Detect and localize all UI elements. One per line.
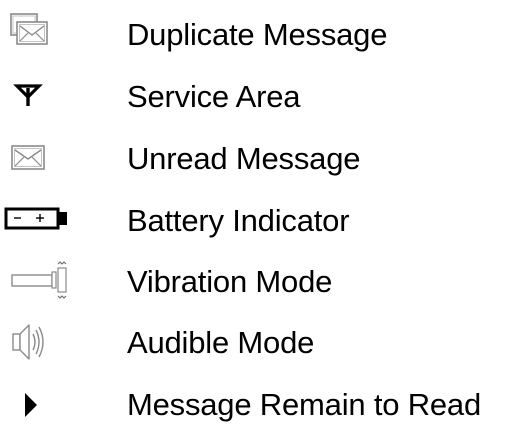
legend-label-vibration-mode: Vibration Mode — [127, 264, 333, 299]
legend-label-duplicate-message: Duplicate Message — [127, 17, 388, 52]
duplicate-message-icon — [0, 4, 120, 66]
legend-row-battery-indicator: Battery Indicator — [0, 190, 514, 252]
legend-label-audible-mode: Audible Mode — [127, 325, 315, 360]
antenna-icon — [0, 66, 120, 128]
play-arrow-icon — [0, 374, 120, 436]
vibration-icon — [0, 251, 120, 313]
legend-row-message-remain-to-read: Message Remain to Read — [0, 374, 514, 436]
legend-row-vibration-mode: Vibration Mode — [0, 251, 514, 313]
legend-label-message-remain-to-read: Message Remain to Read — [127, 387, 482, 422]
battery-icon — [0, 190, 120, 252]
legend-row-service-area: Service Area — [0, 66, 514, 128]
legend-label-service-area: Service Area — [127, 79, 301, 114]
legend-row-audible-mode: Audible Mode — [0, 312, 514, 374]
speaker-icon — [0, 312, 120, 374]
legend-label-battery-indicator: Battery Indicator — [127, 203, 350, 238]
legend-row-duplicate-message: Duplicate Message — [0, 4, 514, 66]
legend-label-unread-message: Unread Message — [127, 141, 361, 176]
envelope-icon — [0, 128, 120, 190]
legend-row-unread-message: Unread Message — [0, 128, 514, 190]
icon-legend: Duplicate Message Service Area Unread Me… — [0, 0, 514, 436]
